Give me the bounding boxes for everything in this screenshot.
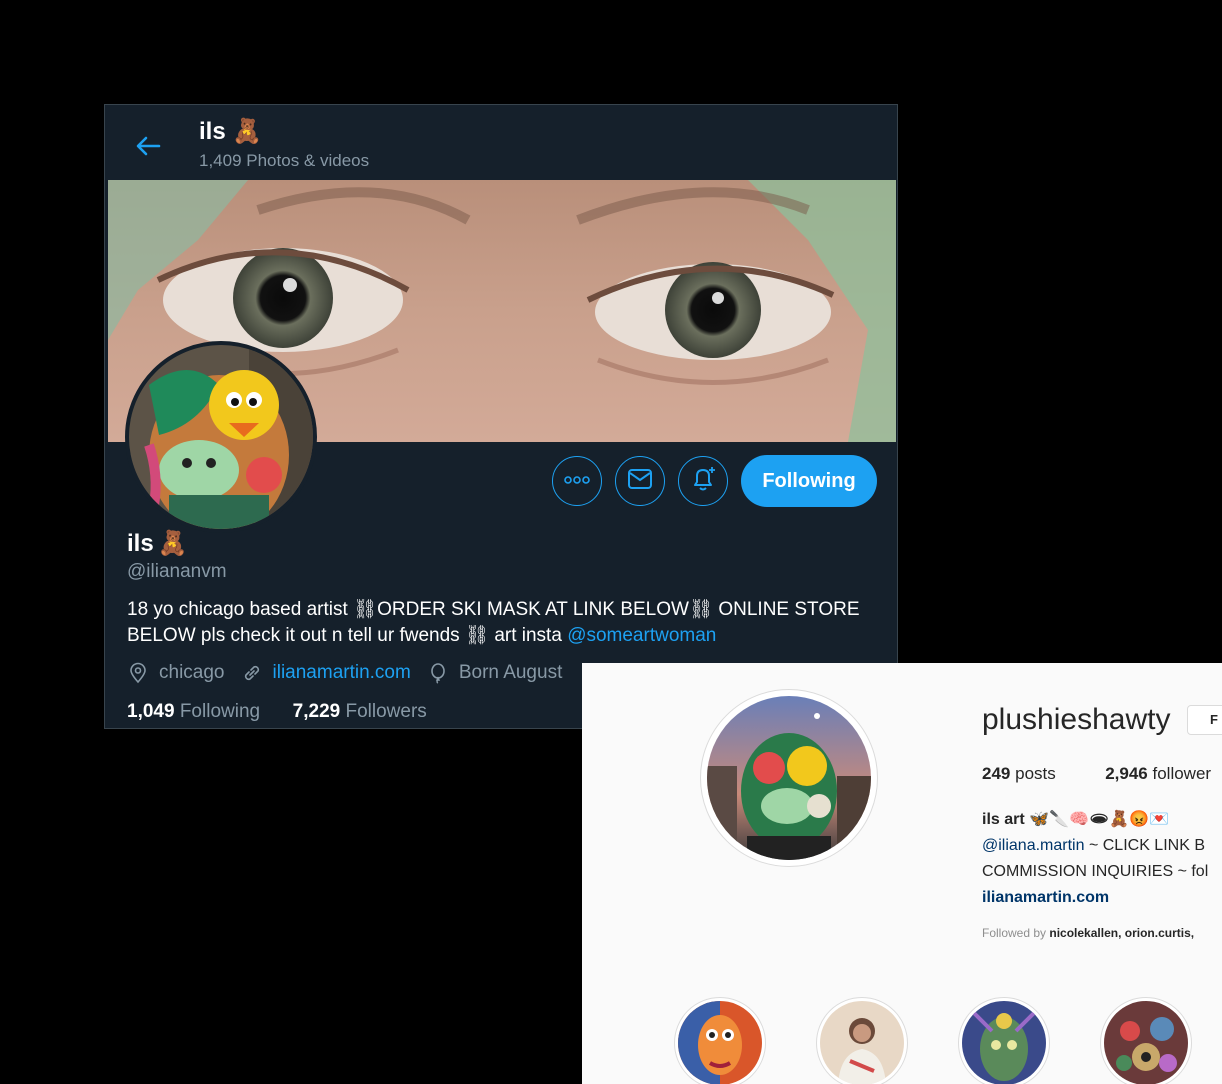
notifications-button[interactable] xyxy=(678,456,728,506)
ig-bio-name: ils art 🦋🔪🧠🕳🧸😡💌 xyxy=(982,811,1169,828)
header-subtitle: 1,409 Photos & videos xyxy=(199,151,370,170)
location-icon xyxy=(127,662,149,684)
twitter-profile-panel: ils 🧸 1,409 Photos & videos Following il… xyxy=(104,104,898,729)
profile-meta: chicago ilianamartin.com Born August xyxy=(127,662,562,684)
ig-followers-stat[interactable]: 2,946 follower xyxy=(1105,764,1211,783)
ig-highlight-1[interactable] xyxy=(674,997,766,1084)
ig-highlight-3[interactable] xyxy=(958,997,1050,1084)
follow-stats: 1,049 Following 7,229 Followers xyxy=(127,701,427,723)
ig-highlight-image xyxy=(1104,1001,1188,1084)
ig-bio-mention[interactable]: @iliana.martin xyxy=(982,837,1085,854)
ig-posts-stat: 249 posts xyxy=(982,764,1056,783)
followers-stat[interactable]: 7,229 Followers xyxy=(293,701,427,722)
profile-avatar[interactable] xyxy=(125,341,317,533)
ig-followed-by[interactable]: Followed by nicolekallen, orion.curtis, xyxy=(982,926,1194,940)
birthday-text: Born August xyxy=(458,662,563,683)
ig-username: plushieshawty xyxy=(982,703,1171,736)
ig-follow-button[interactable]: F xyxy=(1187,705,1222,735)
following-button[interactable]: Following xyxy=(741,455,877,507)
website-link[interactable]: ilianamartin.com xyxy=(273,662,411,684)
teddy-bear-emoji: 🧸 xyxy=(232,118,263,145)
ig-highlight-image xyxy=(678,1001,762,1084)
following-stat[interactable]: 1,049 Following xyxy=(127,701,260,722)
message-button[interactable] xyxy=(615,456,665,506)
bio-mention-link[interactable]: @someartwoman xyxy=(567,625,716,646)
ig-bio: ils art 🦋🔪🧠🕳🧸😡💌 @iliana.martin ~ CLICK L… xyxy=(982,807,1208,911)
back-arrow-icon[interactable] xyxy=(133,131,163,161)
profile-name: ils 🧸 xyxy=(127,529,188,558)
twitter-header: ils 🧸 1,409 Photos & videos xyxy=(105,105,897,179)
ig-highlight-image xyxy=(820,1001,904,1084)
profile-actions: Following xyxy=(552,455,877,507)
more-button[interactable] xyxy=(552,456,602,506)
ig-highlight-image xyxy=(962,1001,1046,1084)
header-title: ils 🧸 xyxy=(199,118,263,145)
ig-avatar-ring[interactable] xyxy=(700,689,878,867)
balloon-icon xyxy=(427,662,449,684)
mail-icon xyxy=(627,468,653,495)
ig-highlight-2[interactable] xyxy=(816,997,908,1084)
ig-bio-line2: COMMISSION INQUIRIES ~ fol xyxy=(982,863,1209,880)
more-icon xyxy=(564,472,590,490)
teddy-bear-emoji: 🧸 xyxy=(157,530,188,557)
profile-bio: 18 yo chicago based artist ⛓ORDER SKI MA… xyxy=(127,599,860,646)
ig-stats: 249 posts 2,946 follower xyxy=(982,764,1211,784)
location-text: chicago xyxy=(159,662,225,683)
ig-profile-avatar xyxy=(707,696,871,860)
profile-handle: @iliananvm xyxy=(127,561,227,582)
bell-plus-icon xyxy=(689,465,717,498)
ig-bio-line1: @iliana.martin ~ CLICK LINK B xyxy=(982,837,1205,854)
ig-highlight-4[interactable] xyxy=(1100,997,1192,1084)
ig-website-link[interactable]: ilianamartin.com xyxy=(982,885,1208,911)
instagram-profile-panel: plushieshawty F 249 posts 2,946 follower… xyxy=(582,663,1222,1084)
link-icon xyxy=(241,662,263,684)
